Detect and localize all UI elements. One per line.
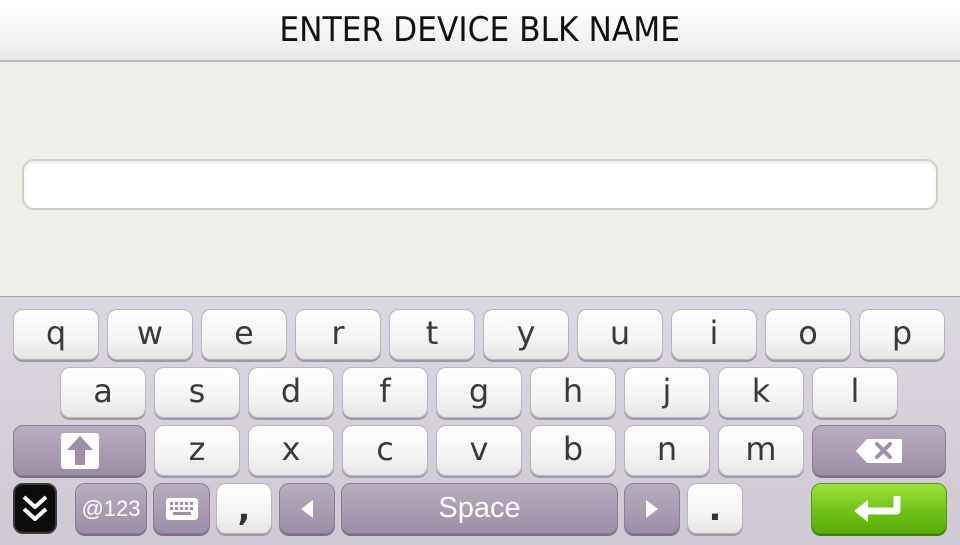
hide-keyboard-key[interactable] <box>13 483 57 534</box>
key-x[interactable]: x <box>248 425 334 476</box>
keyboard-icon <box>165 497 198 520</box>
double-chevron-down-icon <box>22 495 48 521</box>
key-n[interactable]: n <box>624 425 710 476</box>
on-screen-keyboard: q w e r t y u i o p a s d f g h j k l z … <box>0 296 960 545</box>
cursor-left-key[interactable] <box>279 483 335 534</box>
key-a[interactable]: a <box>60 367 146 418</box>
period-key-label: . <box>708 488 722 529</box>
return-arrow-icon <box>854 495 901 522</box>
key-z[interactable]: z <box>154 425 240 476</box>
key-c[interactable]: c <box>342 425 428 476</box>
backspace-key[interactable] <box>812 425 946 476</box>
comma-key-label: , <box>237 488 251 529</box>
key-y[interactable]: y <box>483 309 569 360</box>
backspace-x-icon <box>856 438 902 463</box>
key-e[interactable]: e <box>201 309 287 360</box>
key-v[interactable]: v <box>436 425 522 476</box>
shift-key[interactable] <box>13 425 146 476</box>
page-title: ENTER DEVICE BLK NAME <box>279 10 681 50</box>
symbols-key-label: @123 <box>81 495 141 521</box>
space-key[interactable]: Space <box>341 483 618 534</box>
triangle-right-icon <box>646 499 658 518</box>
period-key[interactable]: . <box>687 483 743 534</box>
key-k[interactable]: k <box>718 367 804 418</box>
key-i[interactable]: i <box>671 309 757 360</box>
comma-key[interactable]: , <box>216 483 272 534</box>
key-t[interactable]: t <box>389 309 475 360</box>
key-s[interactable]: s <box>154 367 240 418</box>
key-g[interactable]: g <box>436 367 522 418</box>
key-r[interactable]: r <box>295 309 381 360</box>
key-p[interactable]: p <box>859 309 945 360</box>
key-u[interactable]: u <box>577 309 663 360</box>
space-key-label: Space <box>438 492 521 524</box>
key-f[interactable]: f <box>342 367 428 418</box>
shift-arrow-up-icon <box>60 432 99 469</box>
key-q[interactable]: q <box>13 309 99 360</box>
key-l[interactable]: l <box>812 367 898 418</box>
title-bar: ENTER DEVICE BLK NAME <box>0 0 960 62</box>
symbols-key[interactable]: @123 <box>75 483 147 534</box>
enter-key[interactable] <box>811 483 947 534</box>
key-w[interactable]: w <box>107 309 193 360</box>
key-o[interactable]: o <box>765 309 851 360</box>
cursor-right-key[interactable] <box>624 483 680 534</box>
triangle-left-icon <box>301 499 313 518</box>
key-b[interactable]: b <box>530 425 616 476</box>
key-m[interactable]: m <box>718 425 804 476</box>
name-input-field[interactable] <box>22 159 938 210</box>
key-j[interactable]: j <box>624 367 710 418</box>
key-d[interactable]: d <box>248 367 334 418</box>
keyboard-layout-key[interactable] <box>153 483 210 534</box>
key-h[interactable]: h <box>530 367 616 418</box>
